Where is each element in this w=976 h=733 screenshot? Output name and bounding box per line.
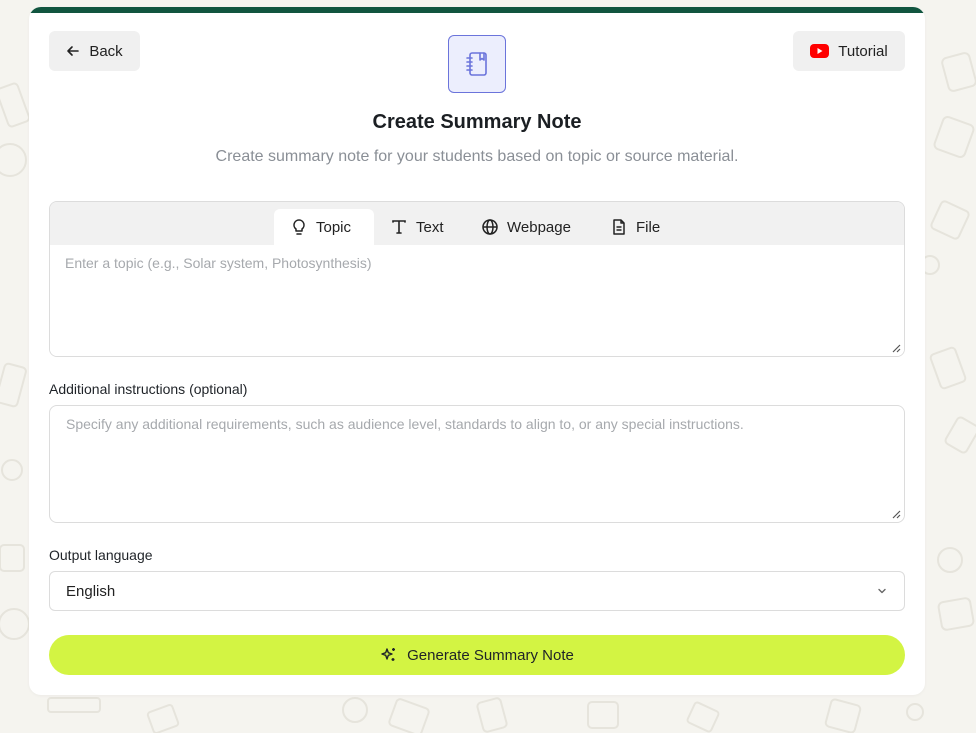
tab-topic-label: Topic (316, 218, 352, 236)
tab-topic[interactable]: Topic (274, 209, 374, 245)
resize-grip-icon[interactable] (892, 510, 901, 519)
language-select[interactable]: English (49, 571, 905, 611)
main-card: Back Tutorial Create Summary Note Create… (29, 7, 925, 695)
tab-text[interactable]: Text (374, 209, 460, 245)
instructions-field (49, 405, 905, 523)
language-selected-value: English (66, 582, 116, 600)
topic-input[interactable] (50, 245, 904, 356)
globe-icon (482, 219, 498, 235)
tab-file-label: File (636, 218, 661, 236)
notebook-icon (448, 35, 506, 93)
arrow-left-icon (67, 46, 80, 56)
chevron-down-icon (878, 588, 886, 594)
back-button[interactable]: Back (49, 31, 140, 71)
language-label: Output language (49, 547, 153, 563)
text-icon (392, 220, 406, 234)
tutorial-button-label: Tutorial (838, 42, 888, 60)
tab-webpage-label: Webpage (507, 218, 571, 236)
tab-webpage[interactable]: Webpage (465, 209, 587, 245)
instructions-label: Additional instructions (optional) (49, 381, 248, 397)
tab-file[interactable]: File (594, 209, 676, 245)
resize-grip-icon[interactable] (892, 344, 901, 353)
tab-text-label: Text (416, 218, 444, 236)
lightbulb-icon (293, 219, 305, 235)
generate-button-label: Generate Summary Note (407, 646, 574, 664)
source-tabbar: Topic Text Webpage File (50, 202, 904, 245)
tutorial-button[interactable]: Tutorial (793, 31, 905, 71)
page-subtitle: Create summary note for your students ba… (215, 148, 739, 165)
back-button-label: Back (89, 42, 123, 60)
card-accent-bar (29, 7, 925, 13)
generate-summary-button[interactable]: Generate Summary Note (49, 635, 905, 675)
source-input-panel: Topic Text Webpage File Enter a topic (e… (49, 201, 905, 357)
youtube-icon (810, 44, 830, 58)
page-title: Create Summary Note (372, 111, 582, 133)
instructions-input[interactable] (50, 406, 904, 522)
file-icon (613, 219, 625, 235)
sparkles-icon (381, 648, 396, 661)
